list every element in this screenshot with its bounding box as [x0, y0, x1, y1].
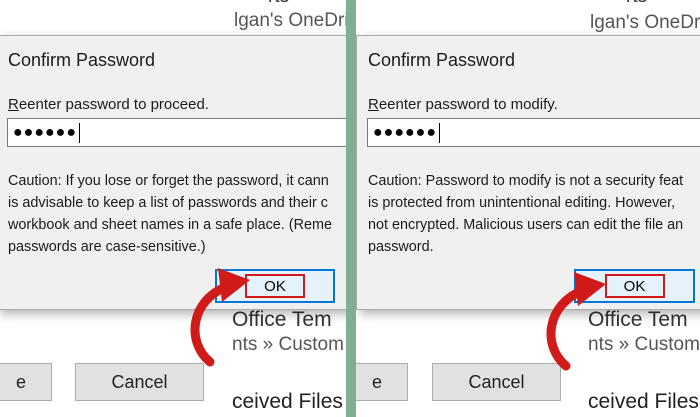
- ok-button[interactable]: OK: [574, 269, 695, 303]
- background-received-files: ceived Files: [232, 390, 343, 413]
- background-cancel-label: Cancel: [111, 371, 168, 392]
- caution-message: Caution: Password to modify is not a sec…: [368, 170, 683, 258]
- caution-message: Caution: If you lose or forget the passw…: [8, 170, 332, 258]
- password-prompt-label: Reenter password to modify.: [368, 96, 558, 113]
- ok-label: OK: [264, 277, 286, 295]
- ok-button[interactable]: OK: [215, 269, 335, 303]
- background-cancel-label: Cancel: [468, 371, 525, 392]
- prompt-text: eenter password to proceed.: [18, 96, 209, 113]
- caution-line: not encrypted. Malicious users can edit …: [368, 217, 684, 233]
- caution-line: Caution: If you lose or forget the passw…: [8, 173, 329, 189]
- confirm-password-dialog: Confirm Password Reenter password to pro…: [0, 35, 346, 310]
- caution-line: passwords are case-sensitive.): [8, 239, 206, 255]
- background-office-templates-text: Office Tem: [232, 308, 332, 331]
- background-fragment-top: rts: [268, 0, 289, 8]
- caution-line: is protected from unintentional editing.…: [368, 195, 676, 211]
- dialog-title: Confirm Password: [8, 50, 156, 70]
- left-screenshot-panel: rts lgan's OneDrive Office Tem nts » Cus…: [0, 0, 346, 417]
- background-partial-button[interactable]: e: [356, 363, 408, 401]
- password-prompt-label: Reenter password to proceed.: [8, 96, 209, 113]
- background-onedrive-text: lgan's OneDrive: [590, 12, 700, 33]
- background-cancel-button[interactable]: Cancel: [75, 363, 204, 401]
- background-partial-button-label: e: [371, 371, 382, 392]
- prompt-text: eenter password to modify.: [378, 96, 558, 113]
- background-breadcrumb: nts » Custom C: [588, 334, 700, 355]
- background-partial-button[interactable]: e: [0, 363, 52, 401]
- background-received-files: ceived Files: [588, 390, 699, 413]
- caution-line: is advisable to keep a list of passwords…: [8, 195, 328, 211]
- prompt-access-key: R: [368, 96, 379, 113]
- text-caret: [438, 122, 440, 143]
- caution-line: password.: [368, 239, 434, 255]
- prompt-access-key: R: [8, 96, 19, 113]
- caution-line: Caution: Password to modify is not a sec…: [368, 173, 684, 189]
- dialog-title: Confirm Password: [368, 50, 516, 70]
- background-office-templates-text: Office Tem: [588, 308, 688, 331]
- ok-highlight-box: OK: [604, 274, 665, 298]
- ok-highlight-box: OK: [245, 274, 305, 298]
- background-onedrive-text: lgan's OneDrive: [234, 10, 346, 31]
- password-mask: ●●●●●●: [373, 123, 437, 141]
- caution-line: workbook and sheet names in a safe place…: [8, 217, 332, 233]
- password-mask: ●●●●●●: [13, 123, 77, 141]
- right-screenshot-panel: rts lgan's OneDrive Office Tem nts » Cus…: [356, 0, 700, 417]
- password-input[interactable]: ●●●●●●: [7, 118, 346, 147]
- panel-divider: [346, 0, 356, 417]
- confirm-password-dialog: Confirm Password Reenter password to mod…: [356, 35, 700, 310]
- background-fragment-top: rts: [626, 0, 647, 8]
- password-input[interactable]: ●●●●●●: [367, 118, 700, 147]
- ok-label: OK: [623, 277, 646, 295]
- text-caret: [78, 122, 80, 143]
- background-breadcrumb: nts » Custom C: [232, 334, 346, 355]
- background-cancel-button[interactable]: Cancel: [432, 363, 561, 401]
- background-partial-button-label: e: [15, 371, 26, 392]
